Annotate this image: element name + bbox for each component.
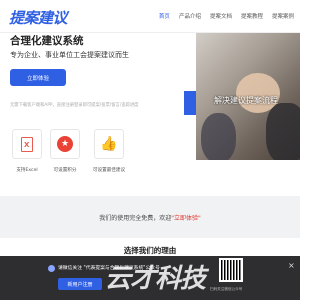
feature-excel: X 支持Excel <box>6 129 48 173</box>
hero-image: 解决建议提案流程 <box>196 33 300 160</box>
feature-excel-icon-box: X <box>12 129 42 159</box>
hero-image-caption: 解决建议提案流程 <box>214 96 278 105</box>
qr-caption: 扫码关注微信公众号 <box>210 287 243 291</box>
feature-points-icon-box: ★ <box>50 129 80 159</box>
nav-item-home[interactable]: 首页 <box>159 12 170 20</box>
feature-points: ★ 可设置积分 <box>44 129 86 173</box>
thumbs-up-icon: 👍 <box>100 136 118 152</box>
feature-best-label: 可设置最佳建议 <box>92 168 126 173</box>
why-choose-us-title: 选择我们的理由 <box>123 246 177 255</box>
nav-links: 首页 产品介绍 提案文档 提案教程 提案案例 <box>159 12 294 20</box>
hero-note: 无需下载客户端和APP，直接注册登录即可提案/投票/留言/追踪进度 <box>10 103 139 108</box>
nav-item-docs[interactable]: 提案文档 <box>210 12 232 20</box>
excel-icon: X <box>21 136 33 152</box>
nav-item-product[interactable]: 产品介绍 <box>179 12 201 20</box>
hero-subtitle: 专为企业、事业单位工会提案建议而生 <box>10 51 129 59</box>
hero-accent-bar <box>184 91 196 115</box>
star-badge-icon: ★ <box>57 136 73 152</box>
site-logo[interactable]: 提案建议 <box>9 7 68 28</box>
feature-best-icon-box: 👍 <box>94 129 124 159</box>
try-now-button[interactable]: 立即体验 <box>10 69 66 86</box>
close-icon[interactable]: × <box>288 262 295 270</box>
nav-item-cases[interactable]: 提案案例 <box>272 12 294 20</box>
hero-image-figure <box>266 103 300 160</box>
try-now-link[interactable]: "立即体验" <box>171 215 201 222</box>
qr-code-pattern <box>221 260 241 280</box>
free-use-text-prefix: 我们的使用完全免费，欢迎 <box>99 215 172 222</box>
wechat-qr-code <box>219 258 243 282</box>
nav-item-tutorial[interactable]: 提案教程 <box>241 12 263 20</box>
wechat-avatar-icon <box>48 265 55 272</box>
feature-best-suggestion: 👍 可设置最佳建议 <box>88 129 130 173</box>
free-use-band: 我们的使用完全免费，欢迎"立即体验" <box>0 196 300 238</box>
feature-points-label: 可设置积分 <box>53 168 77 173</box>
watermark-text: 云才科技 <box>105 264 206 294</box>
register-button[interactable]: 新用户注册 <box>58 278 102 290</box>
feature-excel-label: 支持Excel <box>16 168 38 173</box>
free-use-text: 我们的使用完全免费，欢迎"立即体验" <box>0 213 300 222</box>
top-navbar: 提案建议 首页 产品介绍 提案文档 提案教程 提案案例 <box>0 0 300 33</box>
hero-image-figure-left <box>201 113 236 160</box>
hero-title: 合理化建议系统 <box>10 35 84 47</box>
